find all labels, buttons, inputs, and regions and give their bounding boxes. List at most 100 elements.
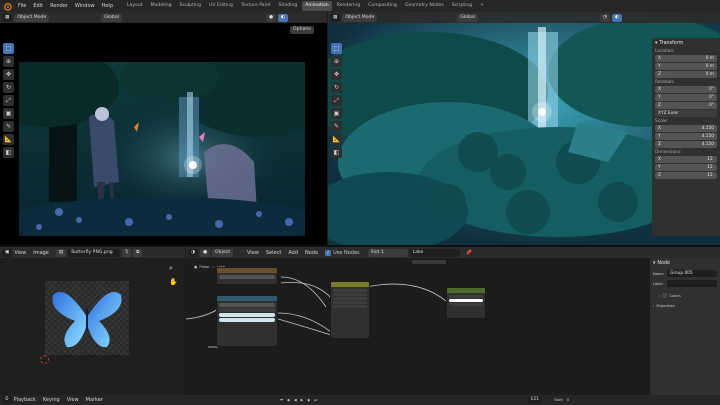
overlay-icon[interactable]: ◔ <box>599 13 610 22</box>
scale-tool-icon-right[interactable]: ⤢ <box>331 95 342 106</box>
orientation-select[interactable]: Global <box>101 13 122 22</box>
move-tool-icon[interactable]: ✥ <box>3 69 14 80</box>
next-key-icon[interactable]: ◆ <box>307 398 310 402</box>
material-name-field[interactable]: Lake <box>409 248 460 257</box>
rotate-tool-icon-right[interactable]: ↻ <box>331 82 342 93</box>
image-editor[interactable]: ▣ View Image ▤ Butterfly PNG.png 5 ⧉ ⌕ ✋ <box>0 247 185 395</box>
checkbox-checked-icon[interactable]: ✓ <box>325 249 332 256</box>
node-add-menu[interactable]: Add <box>288 250 298 256</box>
dimensions-x-field[interactable]: X 12. <box>655 156 717 163</box>
transform-tool-icon[interactable]: ▣ <box>3 108 14 119</box>
shader-type-icon[interactable]: ● <box>200 248 211 257</box>
image-pin-icon[interactable]: ⧉ <box>133 248 143 257</box>
image-users-count[interactable]: 5 <box>122 248 132 257</box>
left-viewport[interactable]: ▦ Object Mode Global ● ◐ Options ⬚ ⊕ ✥ ↻… <box>0 12 327 245</box>
slot-select[interactable]: Slot 1 <box>367 248 408 257</box>
location-z-field[interactable]: Z 0 m <box>655 71 717 78</box>
marker-menu[interactable]: Marker <box>86 397 103 403</box>
editor-type-button[interactable]: ▦ <box>2 13 13 22</box>
node-label-field[interactable] <box>667 280 717 287</box>
right-viewport[interactable]: ▦ Object Mode Global ◔ ◐ ⬚ ⊕ ✥ ↻ ⤢ ▣ ✎ 📐… <box>328 12 720 245</box>
cursor-tool-icon[interactable]: ⊕ <box>3 56 14 67</box>
location-x-field[interactable]: X 0 m <box>655 55 717 62</box>
tab-sculpting[interactable]: Sculpting <box>177 1 204 11</box>
tab-shading[interactable]: Shading <box>276 1 301 11</box>
tab-modeling[interactable]: Modeling <box>148 1 175 11</box>
measure-tool-icon-right[interactable]: 📐 <box>331 134 342 145</box>
tab-rendering[interactable]: Rendering <box>334 1 363 11</box>
use-nodes-toggle[interactable]: ✓ Use Nodes <box>325 249 360 256</box>
tab-uv-editing[interactable]: UV Editing <box>206 1 236 11</box>
pin-icon[interactable]: 📌 <box>466 250 472 256</box>
add-cube-tool-icon-right[interactable]: ◧ <box>331 147 342 158</box>
shading-solid-icon[interactable]: ● <box>265 13 276 22</box>
dimensions-z-field[interactable]: Z 12. <box>655 172 717 179</box>
node-view-menu[interactable]: View <box>247 250 259 256</box>
scale-z-field[interactable]: Z 4.150 <box>655 141 717 148</box>
collapse-chevron-icon[interactable]: ▾ <box>655 41 657 46</box>
dimensions-y-field[interactable]: Y 12. <box>655 164 717 171</box>
tab-animation[interactable]: Animation <box>302 1 332 11</box>
shading-rendered-icon[interactable]: ◐ <box>277 13 288 22</box>
node-editor-type-icon[interactable]: ◑ <box>188 248 199 257</box>
transform-tool-icon-right[interactable]: ▣ <box>331 108 342 119</box>
mix-node-olive[interactable] <box>330 281 370 339</box>
start-frame-field[interactable]: Start 0 <box>554 398 569 402</box>
menu-file[interactable]: File <box>18 3 26 9</box>
annotate-tool-icon[interactable]: ✎ <box>3 121 14 132</box>
image-editor-type-icon[interactable]: ▣ <box>2 248 13 257</box>
collapse-chevron-icon-node[interactable]: ▾ <box>653 261 655 266</box>
menu-edit[interactable]: Edit <box>33 3 43 9</box>
image-name-field[interactable]: Butterfly PNG.png <box>68 248 121 257</box>
shading-rendered-icon-right[interactable]: ◐ <box>611 13 622 22</box>
playback-menu[interactable]: Playback <box>14 397 36 403</box>
mode-select-right[interactable]: Object Mode <box>342 13 378 22</box>
menu-help[interactable]: Help <box>102 3 113 9</box>
colors-subpanel[interactable]: › Colors <box>659 293 717 298</box>
tab-scripting[interactable]: Scripting <box>449 1 475 11</box>
blender-logo-icon[interactable] <box>3 2 12 11</box>
image-editor-image-menu[interactable]: Image <box>33 250 49 256</box>
zoom-icon[interactable]: ⌕ <box>169 264 173 273</box>
node-editor[interactable]: ◑ ● Object View Select Add Node ✓ Use No… <box>186 247 650 395</box>
location-y-field[interactable]: Y 0 m <box>655 63 717 70</box>
tab-compositing[interactable]: Compositing <box>365 1 400 11</box>
rotation-x-field[interactable]: X 0° <box>655 86 717 93</box>
properties-subpanel[interactable]: › Properties <box>653 304 717 308</box>
orientation-select-right[interactable]: Global <box>457 13 478 22</box>
play-reverse-icon[interactable]: ◀ <box>294 398 297 402</box>
image-browse-icon[interactable]: ▤ <box>55 248 67 257</box>
annotate-tool-icon-right[interactable]: ✎ <box>331 121 342 132</box>
2d-cursor-icon[interactable] <box>40 355 49 364</box>
mode-select[interactable]: Object Mode <box>14 13 50 22</box>
jump-start-icon[interactable]: ⏮ <box>280 398 283 402</box>
pan-hand-icon[interactable]: ✋ <box>169 278 178 286</box>
shader-node-green[interactable] <box>446 287 486 319</box>
rotate-tool-icon[interactable]: ↻ <box>3 82 14 93</box>
cursor-tool-icon-right[interactable]: ⊕ <box>331 56 342 67</box>
jump-end-icon[interactable]: ⏭ <box>314 398 317 402</box>
node-type-select[interactable]: Object <box>212 248 233 257</box>
timeline-editor-icon[interactable]: ⏱ <box>2 396 12 404</box>
node-select-menu[interactable]: Select <box>266 250 281 256</box>
node-name-field[interactable]: Group.005 <box>667 270 717 277</box>
measure-tool-icon[interactable]: 📐 <box>3 134 14 145</box>
collapsed-node[interactable] <box>411 259 447 265</box>
image-editor-view-menu[interactable]: View <box>14 250 26 256</box>
tab-geometry-nodes[interactable]: Geometry Nodes <box>402 1 447 11</box>
play-icon[interactable]: ▶ <box>301 398 304 402</box>
options-button[interactable]: Options <box>290 26 314 34</box>
select-tool-icon-right[interactable]: ⬚ <box>331 43 342 54</box>
timeline-view-menu[interactable]: View <box>67 397 79 403</box>
scale-y-field[interactable]: Y 4.150 <box>655 133 717 140</box>
keying-menu[interactable]: Keying <box>43 397 60 403</box>
tab-layout[interactable]: Layout <box>124 1 146 11</box>
select-tool-icon[interactable]: ⬚ <box>3 43 14 54</box>
prev-key-icon[interactable]: ◆ <box>287 398 290 402</box>
image-texture-node[interactable] <box>216 267 278 285</box>
rotation-y-field[interactable]: Y 0° <box>655 94 717 101</box>
checkbox-icon[interactable] <box>662 293 668 298</box>
scale-tool-icon[interactable]: ⤢ <box>3 95 14 106</box>
move-tool-icon-right[interactable]: ✥ <box>331 69 342 80</box>
rotation-z-field[interactable]: Z 0° <box>655 102 717 109</box>
